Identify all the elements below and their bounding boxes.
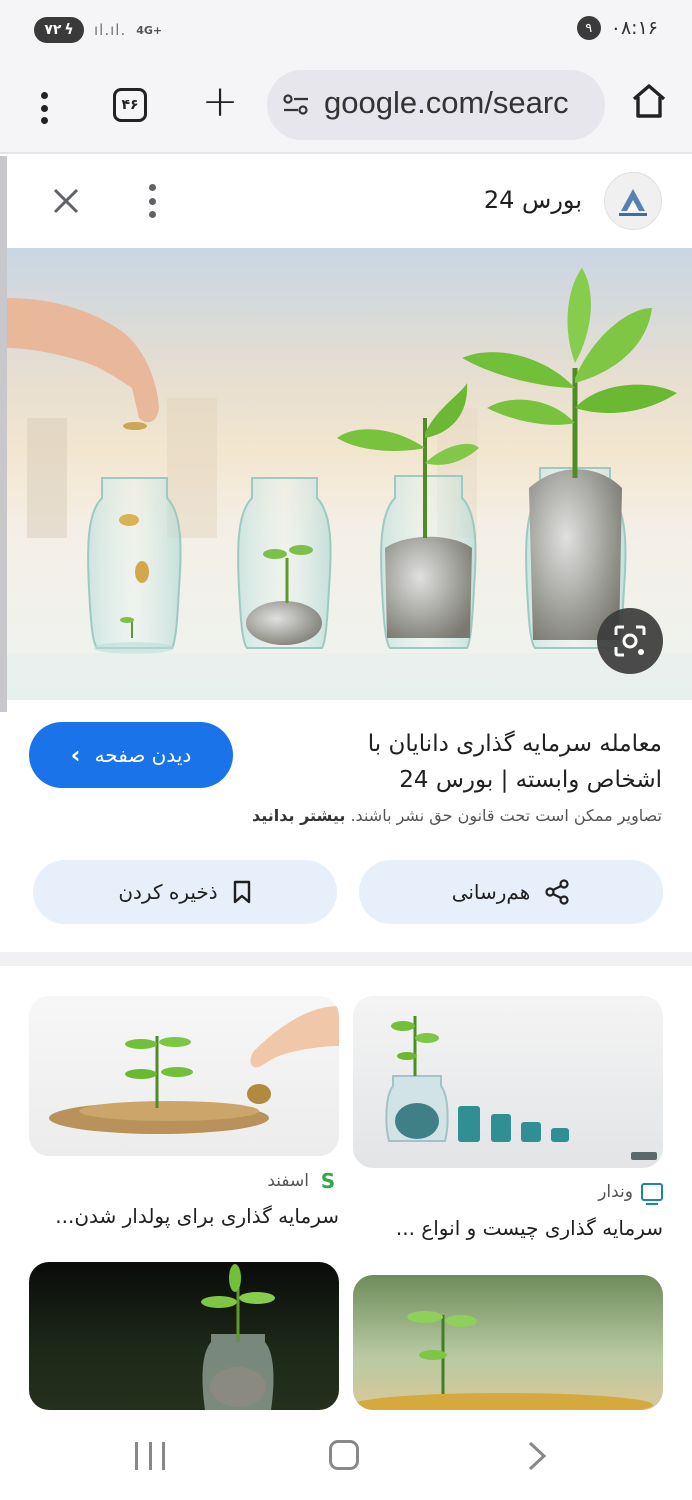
status-left: ۷۲ ϟ ıl.ıl. 4G+ bbox=[34, 17, 162, 43]
status-bar: ۷۲ ϟ ıl.ıl. 4G+ ۹ ۰۸:۱۶ bbox=[0, 0, 692, 62]
status-right: ۹ ۰۸:۱۶ bbox=[576, 16, 658, 40]
close-icon[interactable] bbox=[51, 186, 81, 216]
coins-plant-hand-image bbox=[49, 1006, 339, 1134]
jar-4 bbox=[462, 268, 677, 649]
visit-page-label: دیدن صفحه bbox=[94, 743, 192, 767]
result-image[interactable] bbox=[7, 248, 692, 700]
share-button[interactable]: هم‌رسانی bbox=[359, 860, 663, 924]
address-bar[interactable]: google.com/searc bbox=[267, 70, 605, 140]
related-image-3[interactable] bbox=[353, 1275, 663, 1410]
home-nav-button[interactable] bbox=[329, 1440, 359, 1470]
jar-2 bbox=[237, 477, 332, 649]
coin-stack-jar-image bbox=[385, 1016, 657, 1160]
new-tab-button[interactable]: + bbox=[200, 80, 240, 126]
google-lens-icon[interactable] bbox=[597, 608, 663, 674]
sprout-gold-coins-image bbox=[353, 1311, 653, 1410]
jar-1 bbox=[87, 477, 182, 654]
bookmark-icon bbox=[233, 880, 250, 904]
battery-indicator: ۷۲ ϟ bbox=[34, 17, 84, 43]
site-logo-icon bbox=[619, 189, 647, 216]
save-button[interactable]: ذخیره کردن bbox=[33, 860, 337, 924]
tab-switcher-button[interactable]: ۴۶ bbox=[113, 88, 147, 122]
share-label: هم‌رسانی bbox=[451, 880, 531, 904]
copyright-text: تصاویر ممکن است تحت قانون حق نشر باشند. bbox=[350, 806, 662, 825]
related-source-2-name: اسفند bbox=[267, 1171, 309, 1191]
home-icon[interactable] bbox=[630, 82, 668, 120]
related-image-2[interactable] bbox=[29, 996, 339, 1156]
related-source-2[interactable]: S اسفند bbox=[267, 1170, 339, 1192]
related-source-1-name: وندار bbox=[598, 1182, 633, 1202]
browser-menu-button[interactable] bbox=[30, 88, 58, 128]
site-logo[interactable] bbox=[604, 172, 662, 230]
result-title[interactable]: معامله سرمایه گذاری دانایان با اشخاص واب… bbox=[332, 726, 662, 798]
related-image-1[interactable] bbox=[353, 996, 663, 1168]
url-text[interactable]: google.com/searc bbox=[324, 85, 569, 121]
copyright-notice: تصاویر ممکن است تحت قانون حق نشر باشند. … bbox=[252, 806, 662, 825]
site-settings-icon[interactable] bbox=[283, 94, 309, 116]
image-panel-header: بورس 24 bbox=[7, 156, 692, 248]
battery-level: ۷۲ bbox=[44, 22, 62, 38]
save-label: ذخیره کردن bbox=[118, 880, 218, 904]
section-divider bbox=[0, 952, 692, 966]
site-name[interactable]: بورس 24 bbox=[484, 186, 582, 214]
signal-icon: ıl.ıl. bbox=[94, 21, 127, 39]
lens-icon bbox=[614, 625, 646, 657]
related-caption-1[interactable]: سرمایه گذاری چیست و انواع ... bbox=[396, 1216, 663, 1240]
learn-more-link[interactable]: بیشتر بدانید bbox=[252, 806, 345, 825]
charging-icon: ϟ bbox=[64, 22, 74, 38]
clock: ۰۸:۱۶ bbox=[610, 17, 658, 39]
back-icon[interactable] bbox=[526, 1440, 548, 1472]
network-type: 4G+ bbox=[136, 23, 163, 37]
esfand-logo-icon: S bbox=[320, 1169, 336, 1193]
system-nav-bar bbox=[0, 1412, 692, 1500]
vandar-logo-icon bbox=[641, 1183, 663, 1205]
panel-edge bbox=[0, 156, 7, 712]
related-source-1[interactable]: وندار bbox=[598, 1182, 663, 1205]
related-image-4[interactable] bbox=[29, 1262, 339, 1410]
browser-toolbar: ۴۶ + google.com/searc bbox=[0, 62, 692, 154]
related-caption-2[interactable]: سرمایه گذاری برای پولدار شدن... bbox=[55, 1204, 339, 1228]
chevron-left-icon: ‹ bbox=[70, 741, 81, 769]
jar-sprout-dark-image bbox=[201, 1264, 275, 1410]
visit-page-button[interactable]: ‹ دیدن صفحه bbox=[29, 722, 233, 788]
share-icon bbox=[545, 879, 569, 905]
notification-count: ۹ bbox=[576, 16, 601, 40]
recent-apps-button[interactable] bbox=[135, 1442, 165, 1470]
investment-jars-illustration bbox=[7, 268, 692, 700]
panel-more-button[interactable] bbox=[147, 184, 157, 218]
